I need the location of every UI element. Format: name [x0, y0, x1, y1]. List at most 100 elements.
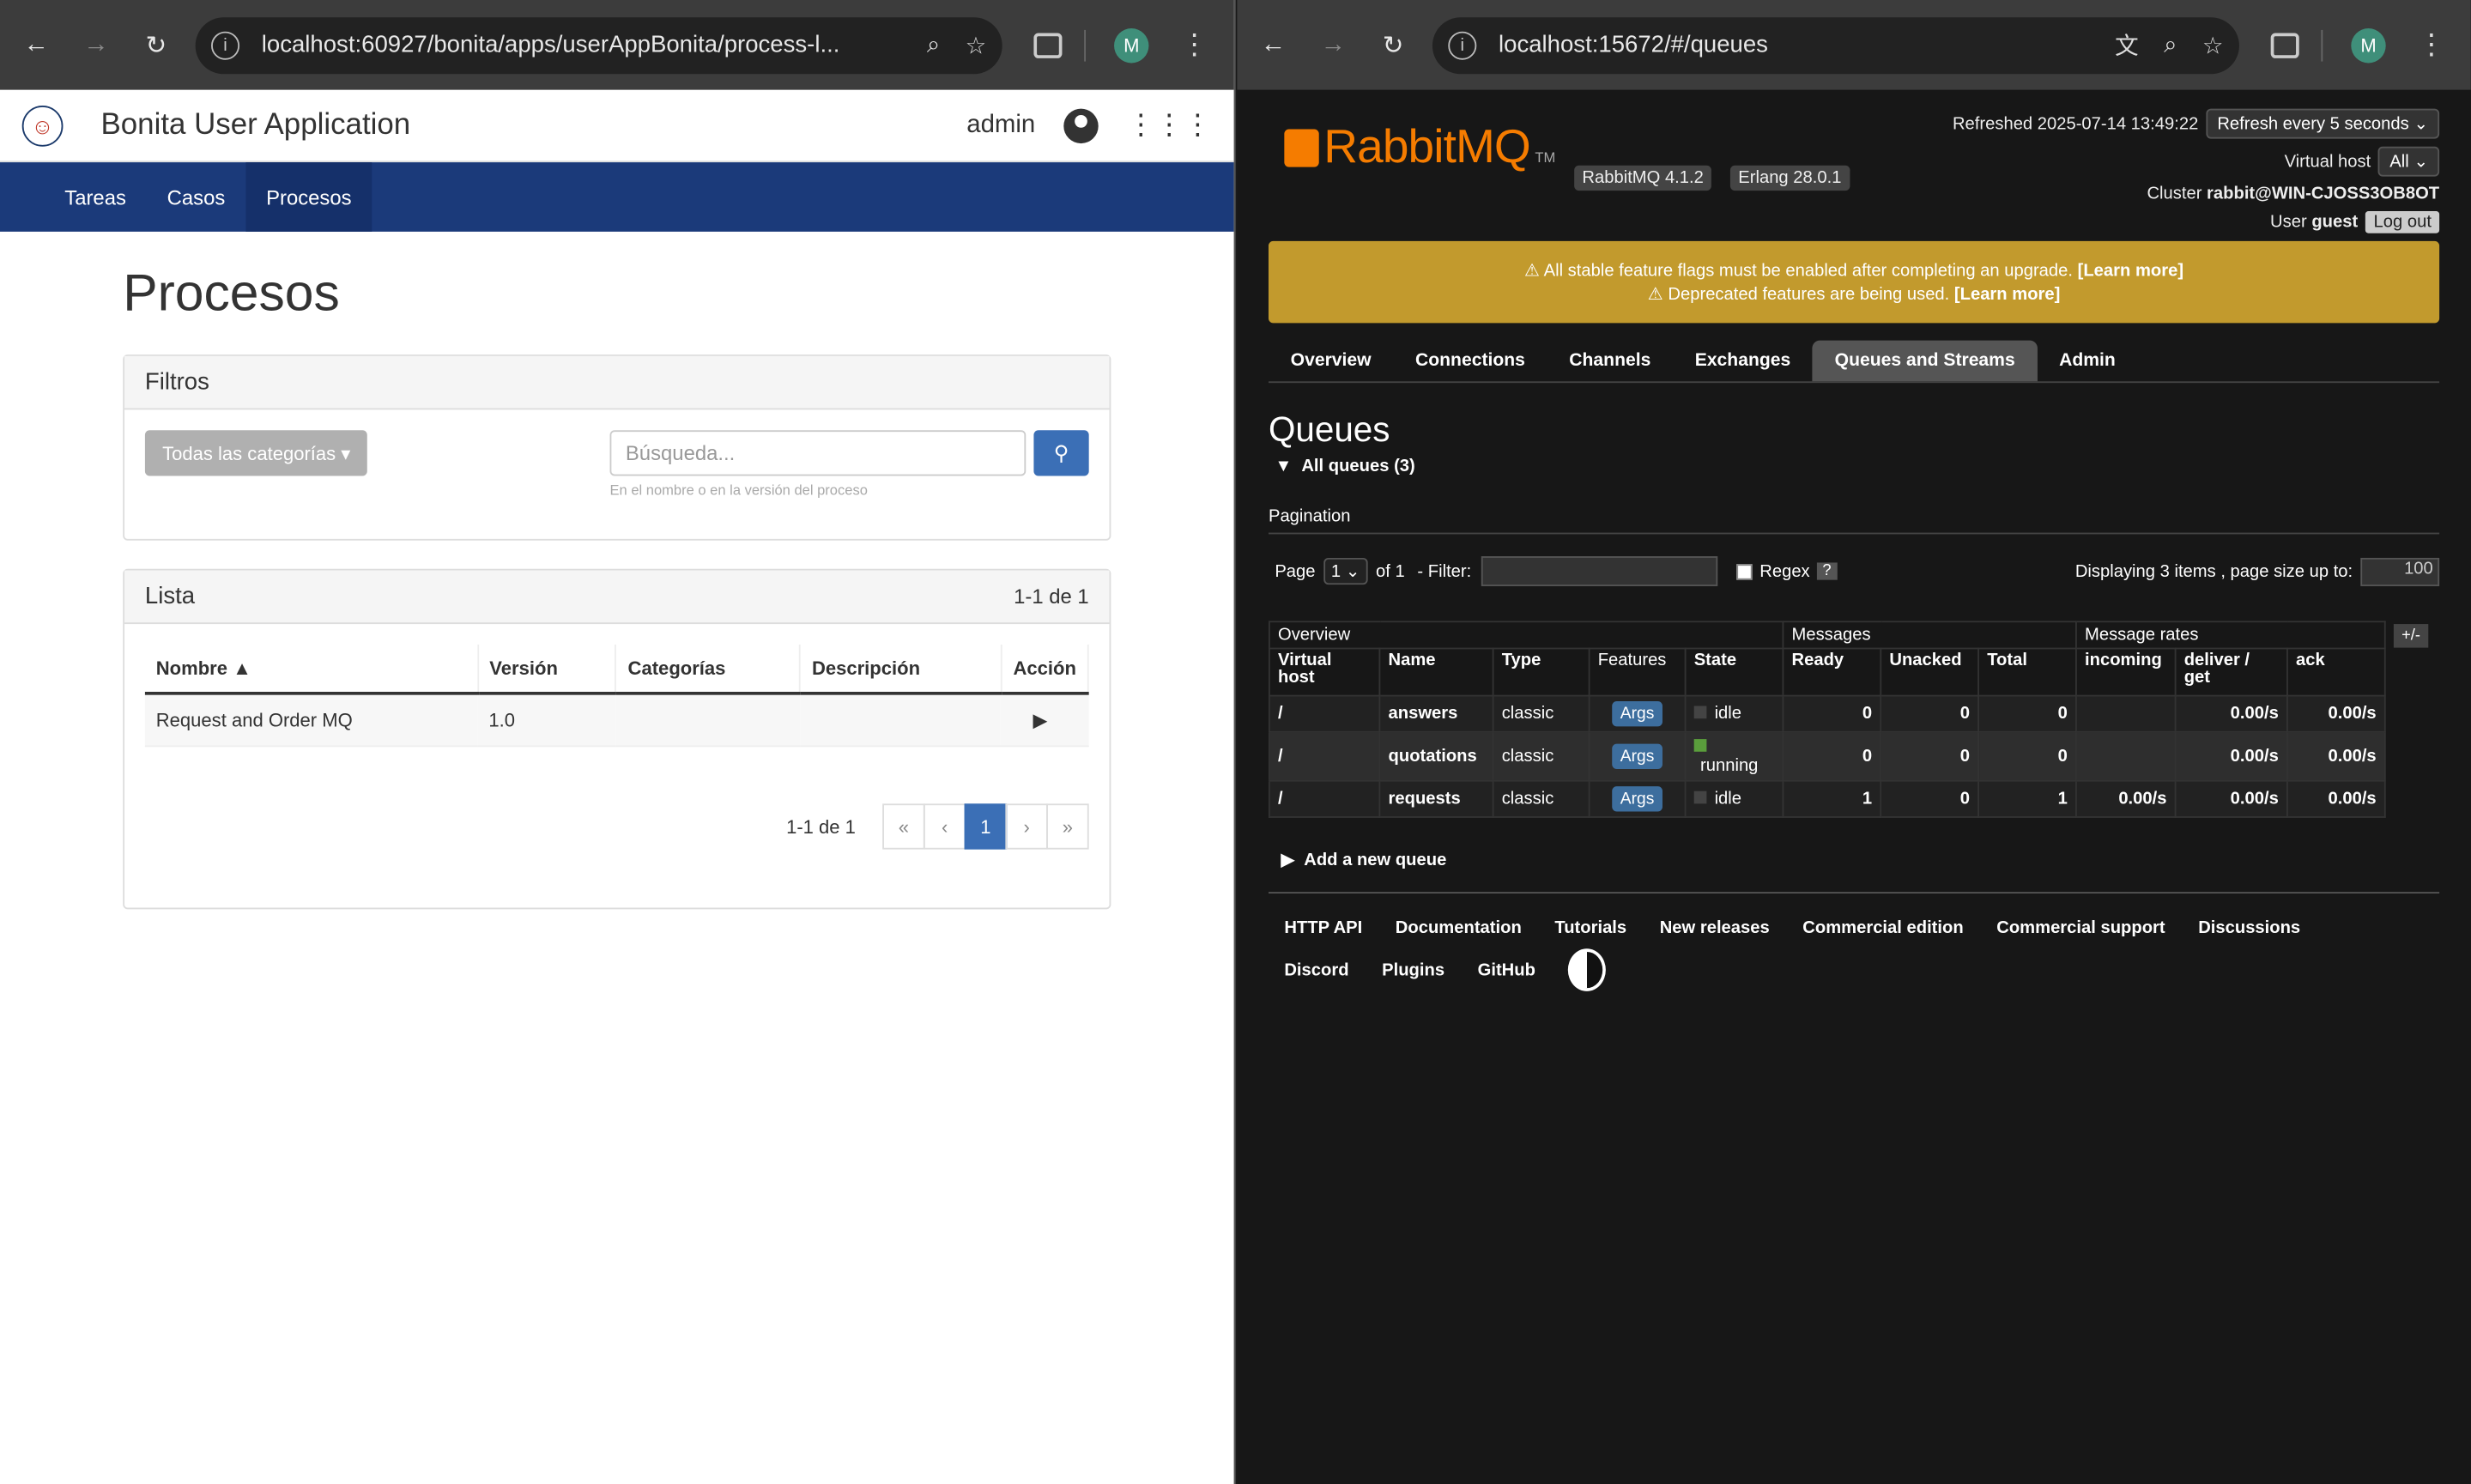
process-description — [800, 693, 1002, 748]
next-page-button[interactable]: › — [1005, 803, 1048, 850]
add-queue-toggle[interactable]: ▶ Add a new queue — [1281, 850, 2439, 870]
extensions-icon[interactable] — [2270, 32, 2299, 58]
extensions-icon[interactable] — [1033, 32, 1063, 58]
footer-discussions[interactable]: Discussions — [2198, 906, 2300, 949]
queue-name[interactable]: quotations — [1378, 730, 1494, 782]
footer-documentation[interactable]: Documentation — [1396, 906, 1522, 949]
category-dropdown-button[interactable]: Todas las categorías ▾ — [144, 430, 368, 476]
tab-exchanges[interactable]: Exchanges — [1673, 341, 1813, 382]
footer-plugins[interactable]: Plugins — [1382, 948, 1444, 991]
back-icon[interactable]: ← — [15, 24, 57, 65]
learn-more-link[interactable]: [Learn more] — [2078, 262, 2183, 281]
args-badge[interactable]: Args — [1612, 786, 1662, 812]
address-bar[interactable]: i localhost:15672/#/queues 文 ⌕ ☆ — [1432, 16, 2239, 74]
columns-toggle-button[interactable]: +/- — [2393, 624, 2429, 648]
browser-menu-icon[interactable]: ⋮ — [1171, 28, 1218, 62]
bookmark-star-icon[interactable]: ☆ — [2202, 31, 2224, 59]
nav-tareas[interactable]: Tareas — [44, 162, 146, 232]
table-row[interactable]: / requests classic Args idle 1 0 1 0.00/… — [1268, 779, 2386, 818]
queue-deliver: 0.00/s — [2174, 730, 2288, 782]
profile-avatar[interactable]: M — [1114, 27, 1149, 63]
col-vhost[interactable]: Virtual host — [1268, 647, 1381, 697]
vhost-select[interactable]: All ⌄ — [2378, 146, 2440, 177]
footer-http-api[interactable]: HTTP API — [1284, 906, 1362, 949]
tab-admin[interactable]: Admin — [2037, 341, 2137, 382]
learn-more-link[interactable]: [Learn more] — [1954, 285, 2060, 304]
col-version[interactable]: Versión — [477, 644, 617, 695]
prev-page-button[interactable]: ‹ — [923, 803, 966, 850]
tab-channels[interactable]: Channels — [1547, 341, 1673, 382]
reload-icon[interactable]: ↻ — [136, 24, 177, 65]
nav-procesos[interactable]: Procesos — [245, 162, 372, 232]
user-avatar-icon[interactable] — [1063, 107, 1099, 143]
page-size-input[interactable]: 100 — [2360, 557, 2440, 586]
queue-name[interactable]: answers — [1378, 694, 1494, 733]
back-icon[interactable]: ← — [1253, 24, 1294, 65]
queue-ack: 0.00/s — [2286, 730, 2386, 782]
page-of: of 1 — [1376, 561, 1405, 581]
footer-github[interactable]: GitHub — [1478, 948, 1535, 991]
table-row[interactable]: Request and Order MQ 1.0 ▶ — [144, 693, 1088, 748]
vhost-label: Virtual host — [2284, 152, 2371, 172]
col-deliver[interactable]: deliver / get — [2174, 647, 2288, 697]
theme-toggle-icon[interactable] — [1568, 948, 1607, 991]
zoom-icon[interactable]: ⌕ — [927, 32, 940, 58]
user-name[interactable]: admin — [966, 111, 1035, 139]
queue-total: 0 — [1977, 694, 2077, 733]
bonita-logo-icon[interactable]: ☺ — [21, 105, 64, 146]
args-badge[interactable]: Args — [1612, 701, 1662, 727]
address-bar[interactable]: i localhost:60927/bonita/apps/userAppBon… — [195, 16, 1002, 74]
logout-button[interactable]: Log out — [2365, 211, 2440, 233]
col-state[interactable]: State — [1684, 647, 1784, 697]
site-info-icon[interactable]: i — [1448, 30, 1477, 59]
col-name[interactable]: Name — [1378, 647, 1494, 697]
regex-help-button[interactable]: ? — [1815, 562, 1838, 580]
regex-checkbox[interactable] — [1735, 563, 1753, 579]
search-input[interactable]: Búsqueda... — [609, 430, 1027, 476]
tab-connections[interactable]: Connections — [1393, 341, 1547, 382]
first-page-button[interactable]: « — [882, 803, 925, 850]
queue-incoming — [2075, 730, 2177, 782]
table-row[interactable]: / quotations classic Args running 0 0 0 … — [1268, 730, 2386, 782]
browser-menu-icon[interactable]: ⋮ — [2407, 28, 2455, 62]
col-type[interactable]: Type — [1492, 647, 1590, 697]
profile-avatar[interactable]: M — [2351, 27, 2386, 63]
args-badge[interactable]: Args — [1612, 743, 1662, 769]
start-process-button[interactable]: ▶ — [1001, 693, 1088, 748]
forward-icon[interactable]: → — [1312, 24, 1354, 65]
col-incoming[interactable]: incoming — [2075, 647, 2177, 697]
queue-name[interactable]: requests — [1378, 779, 1494, 818]
col-ack[interactable]: ack — [2286, 647, 2386, 697]
filter-input[interactable] — [1481, 556, 1717, 586]
footer-commercial-edition[interactable]: Commercial edition — [1802, 906, 1963, 949]
col-unacked[interactable]: Unacked — [1880, 647, 1980, 697]
all-queues-toggle[interactable]: ▼ All queues (3) — [1275, 457, 2439, 475]
rabbitmq-logo[interactable]: RabbitMQ TM RabbitMQ 4.1.2 Erlang 28.0.1 — [1269, 121, 1850, 191]
col-nombre[interactable]: Nombre ▲ — [144, 644, 479, 695]
last-page-button[interactable]: » — [1046, 803, 1089, 850]
footer-discord[interactable]: Discord — [1284, 948, 1348, 991]
site-info-icon[interactable]: i — [211, 30, 240, 59]
process-name[interactable]: Request and Order MQ — [144, 693, 478, 748]
tab-overview[interactable]: Overview — [1269, 341, 1393, 382]
tab-queues[interactable]: Queues and Streams — [1812, 340, 2038, 382]
col-ready[interactable]: Ready — [1782, 647, 1882, 697]
zoom-icon[interactable]: ⌕ — [2164, 32, 2177, 58]
footer-commercial-support[interactable]: Commercial support — [1996, 906, 2165, 949]
forward-icon[interactable]: → — [76, 24, 117, 65]
footer-tutorials[interactable]: Tutorials — [1554, 906, 1626, 949]
apps-grid-icon[interactable]: ⋮⋮⋮ — [1127, 109, 1212, 142]
refresh-select[interactable]: Refresh every 5 seconds ⌄ — [2206, 108, 2440, 139]
reload-icon[interactable]: ↻ — [1372, 24, 1414, 65]
page-select[interactable]: 1 ⌄ — [1323, 557, 1368, 585]
col-categorias: Categorías — [615, 644, 802, 695]
footer-new-releases[interactable]: New releases — [1660, 906, 1770, 949]
bookmark-star-icon[interactable]: ☆ — [966, 31, 987, 59]
col-total[interactable]: Total — [1977, 647, 2077, 697]
search-button[interactable]: ⚲ — [1033, 430, 1089, 476]
page-1-button[interactable]: 1 — [964, 803, 1008, 850]
search-group: Búsqueda... ⚲ En el nombre o en la versi… — [609, 430, 1089, 498]
nav-casos[interactable]: Casos — [147, 162, 245, 232]
table-row[interactable]: / answers classic Args idle 0 0 0 0.00/s… — [1268, 694, 2386, 733]
translate-icon[interactable]: 文 — [2115, 28, 2139, 62]
